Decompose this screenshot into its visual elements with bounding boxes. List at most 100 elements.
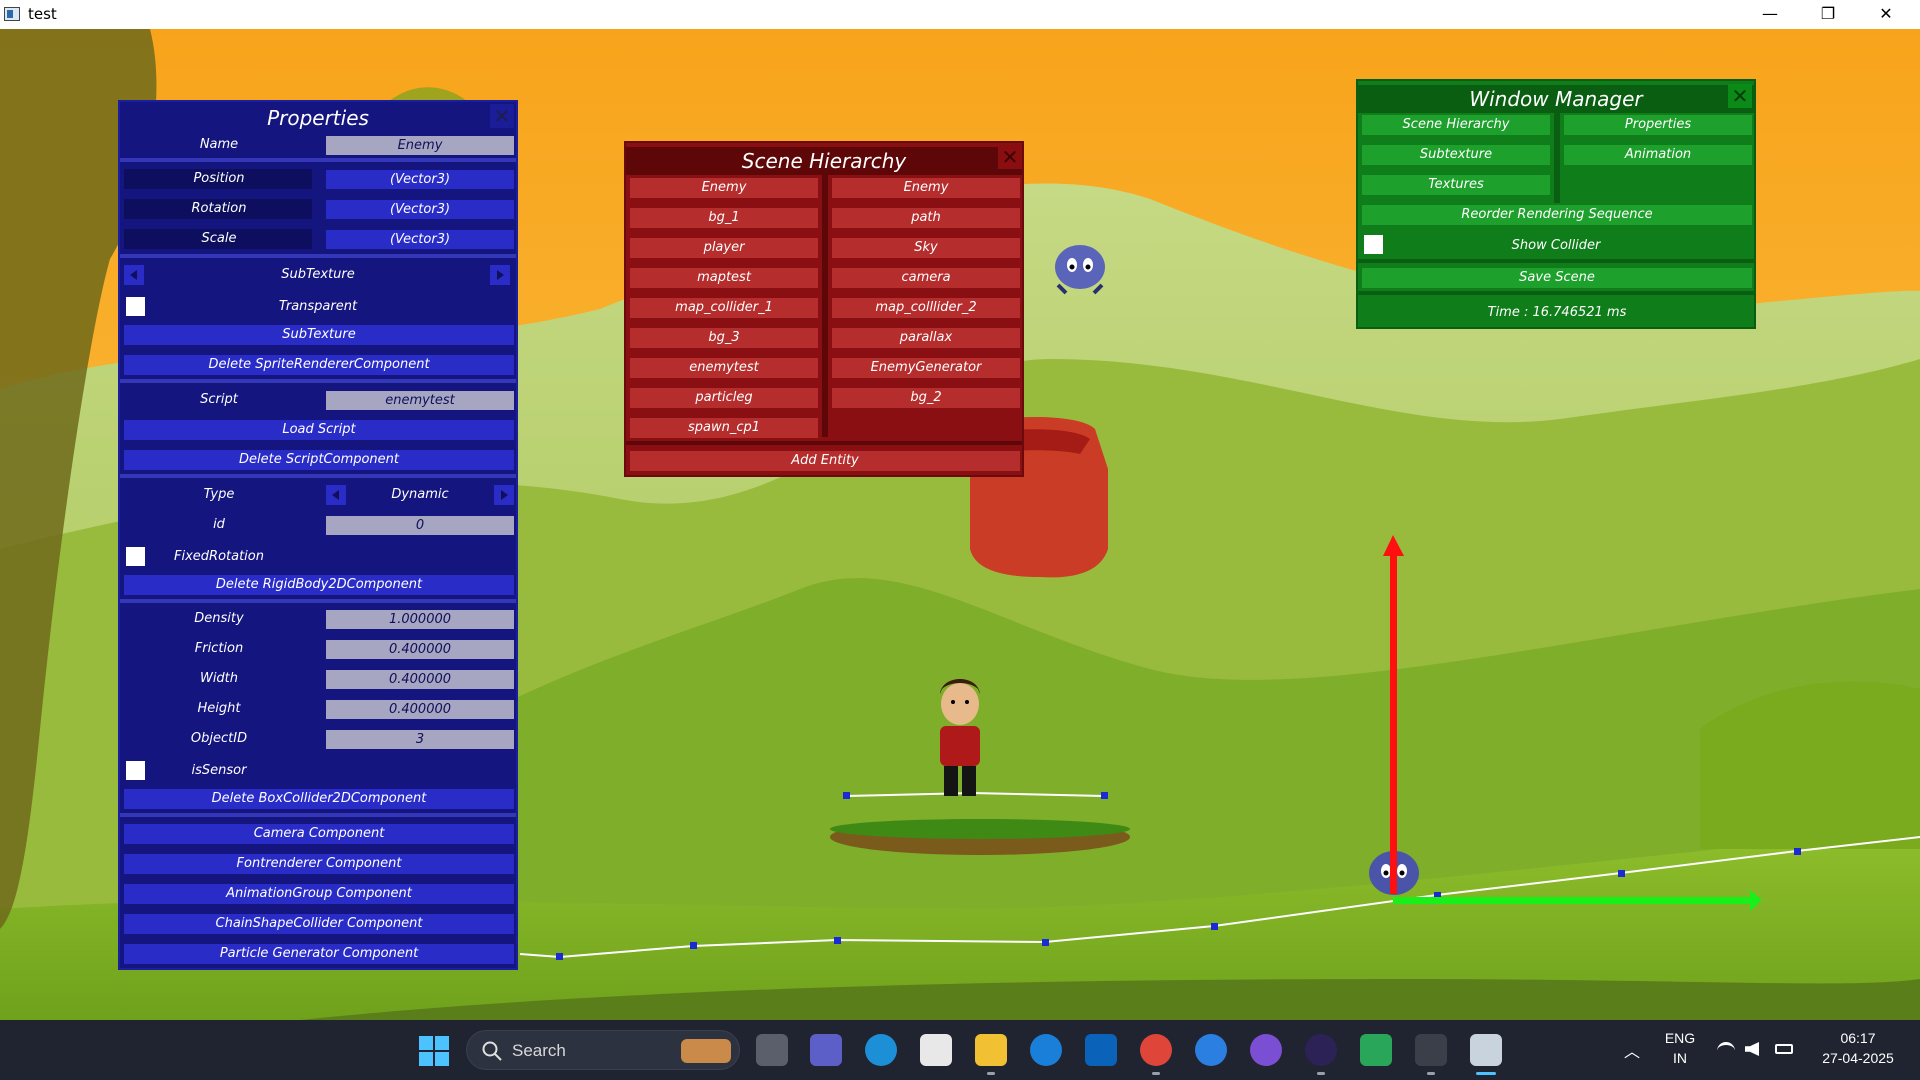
delete-script-button[interactable]: Delete ScriptComponent: [124, 450, 514, 470]
maximize-button[interactable]: ❐: [1800, 0, 1856, 29]
language-top[interactable]: ENG: [1660, 1030, 1700, 1046]
save-scene-button[interactable]: Save Scene: [1362, 268, 1752, 288]
game-window-icon[interactable]: [1470, 1034, 1502, 1066]
objectid-field[interactable]: 3: [326, 730, 514, 749]
delete-rigidbody-button[interactable]: Delete RigidBody2DComponent: [124, 575, 514, 595]
scale-field[interactable]: (Vector3): [326, 230, 514, 249]
width-field[interactable]: 0.400000: [326, 670, 514, 689]
entity-item[interactable]: map_collider_1: [630, 298, 818, 318]
id-field[interactable]: 0: [326, 516, 514, 535]
reorder-rendering-button[interactable]: Reorder Rendering Sequence: [1362, 205, 1752, 225]
store-icon[interactable]: [920, 1034, 952, 1066]
toggle-properties-button[interactable]: Properties: [1564, 115, 1752, 135]
add-animationgroup-component-button[interactable]: AnimationGroup Component: [124, 884, 514, 904]
add-chainshapecollider-component-button[interactable]: ChainShapeCollider Component: [124, 914, 514, 934]
toggle-textures-button[interactable]: Textures: [1362, 175, 1550, 195]
delete-sprite-renderer-button[interactable]: Delete SpriteRendererComponent: [124, 355, 514, 375]
app-icon[interactable]: [1360, 1034, 1392, 1066]
scene-hierarchy-panel: Scene Hierarchy ✕ Enemy bg_1 player mapt…: [624, 141, 1024, 477]
entity-item[interactable]: enemytest: [630, 358, 818, 378]
clock-date[interactable]: 27-04-2025: [1808, 1050, 1908, 1066]
entity-item[interactable]: maptest: [630, 268, 818, 288]
scene-hierarchy-close-button[interactable]: ✕: [998, 145, 1022, 169]
taskbar-search-box[interactable]: Search: [466, 1030, 740, 1070]
script-field[interactable]: enemytest: [326, 391, 514, 410]
file-explorer-icon[interactable]: [975, 1034, 1007, 1066]
column-separator: [1554, 113, 1560, 203]
properties-close-button[interactable]: ✕: [490, 104, 514, 128]
name-field[interactable]: Enemy: [326, 136, 514, 155]
entity-item[interactable]: bg_1: [630, 208, 818, 228]
wifi-icon[interactable]: [1717, 1042, 1735, 1056]
eclipse-icon[interactable]: [1305, 1034, 1337, 1066]
toggle-subtexture-button[interactable]: Subtexture: [1362, 145, 1550, 165]
edge-icon[interactable]: [865, 1034, 897, 1066]
show-hidden-icons-chevron-icon[interactable]: ︿: [1620, 1038, 1644, 1062]
entity-item[interactable]: path: [832, 208, 1020, 228]
density-field[interactable]: 1.000000: [326, 610, 514, 629]
subtexture-prev-arrow-icon[interactable]: [124, 265, 144, 285]
sync-icon[interactable]: [1195, 1034, 1227, 1066]
rotation-field[interactable]: (Vector3): [326, 200, 514, 219]
friction-label: Friction: [194, 641, 244, 656]
entity-item[interactable]: map_colllider_2: [832, 298, 1020, 318]
scale-label: Scale: [201, 231, 237, 246]
myhp-icon[interactable]: [1085, 1034, 1117, 1066]
toggle-scene-hierarchy-button[interactable]: Scene Hierarchy: [1362, 115, 1550, 135]
entity-item[interactable]: EnemyGenerator: [832, 358, 1020, 378]
load-script-button[interactable]: Load Script: [124, 420, 514, 440]
start-icon[interactable]: [419, 1036, 449, 1066]
show-collider-checkbox[interactable]: [1364, 235, 1383, 254]
separator: [1358, 291, 1754, 295]
separator: [120, 474, 516, 478]
terminal-icon[interactable]: [1415, 1034, 1447, 1066]
running-indicator: [1427, 1072, 1435, 1075]
position-label: Position: [193, 171, 245, 186]
entity-item[interactable]: player: [630, 238, 818, 258]
language-bottom[interactable]: IN: [1660, 1050, 1700, 1066]
add-particle-generator-component-button[interactable]: Particle Generator Component: [124, 944, 514, 964]
emacs-icon[interactable]: [1250, 1034, 1282, 1066]
entity-item[interactable]: bg_3: [630, 328, 818, 348]
entity-item[interactable]: particleg: [630, 388, 818, 408]
entity-item[interactable]: Enemy: [832, 178, 1020, 198]
entity-item[interactable]: spawn_cp1: [630, 418, 818, 438]
window-manager-close-button[interactable]: ✕: [1728, 84, 1752, 108]
entity-item[interactable]: Enemy: [630, 178, 818, 198]
minimize-button[interactable]: —: [1742, 0, 1798, 29]
battery-icon[interactable]: [1775, 1044, 1793, 1054]
entity-item[interactable]: camera: [832, 268, 1020, 288]
toggle-animation-button[interactable]: Animation: [1564, 145, 1752, 165]
help-icon[interactable]: [1030, 1034, 1062, 1066]
separator: [626, 441, 1022, 445]
window-title: test: [28, 5, 57, 23]
friction-field[interactable]: 0.400000: [326, 640, 514, 659]
transparent-checkbox[interactable]: [126, 297, 145, 316]
density-label: Density: [194, 611, 244, 626]
rotation-label: Rotation: [191, 201, 247, 216]
type-prev-arrow-icon[interactable]: [326, 485, 346, 505]
separator: [120, 599, 516, 603]
chrome-icon[interactable]: [1140, 1034, 1172, 1066]
clock-time[interactable]: 06:17: [1808, 1030, 1908, 1046]
running-indicator: [1152, 1072, 1160, 1075]
teams-icon[interactable]: [810, 1034, 842, 1066]
entity-item[interactable]: parallax: [832, 328, 1020, 348]
entity-item[interactable]: bg_2: [832, 388, 1020, 408]
search-placeholder: Search: [512, 1041, 566, 1060]
add-entity-button[interactable]: Add Entity: [630, 451, 1020, 471]
volume-icon[interactable]: [1745, 1042, 1759, 1056]
height-field[interactable]: 0.400000: [326, 700, 514, 719]
close-window-button[interactable]: ✕: [1858, 0, 1914, 29]
entity-item[interactable]: Sky: [832, 238, 1020, 258]
position-field[interactable]: (Vector3): [326, 170, 514, 189]
type-next-arrow-icon[interactable]: [494, 485, 514, 505]
app-window-icon: [4, 7, 20, 21]
task-view-icon[interactable]: [756, 1034, 788, 1066]
subtexture-next-arrow-icon[interactable]: [490, 265, 510, 285]
subtexture-button[interactable]: SubTexture: [124, 325, 514, 345]
add-fontrenderer-component-button[interactable]: Fontrenderer Component: [124, 854, 514, 874]
delete-boxcollider-button[interactable]: Delete BoxCollider2DComponent: [124, 789, 514, 809]
add-camera-component-button[interactable]: Camera Component: [124, 824, 514, 844]
type-label: Type: [203, 487, 235, 502]
